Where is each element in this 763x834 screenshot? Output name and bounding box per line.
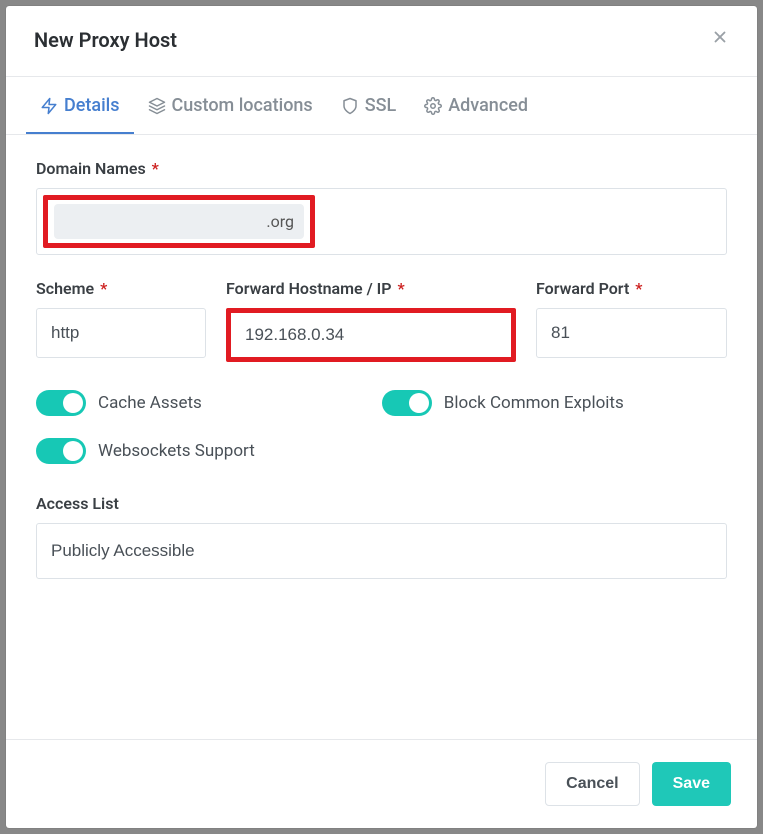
close-icon [711, 29, 729, 51]
scheme-label: Scheme * [36, 279, 206, 298]
shield-icon [341, 97, 359, 115]
cache-assets-toggle[interactable] [36, 390, 86, 416]
forward-hostname-field: Forward Hostname / IP * [226, 279, 516, 362]
access-list-label: Access List [36, 494, 727, 513]
forward-hostname-label: Forward Hostname / IP * [226, 279, 516, 298]
toggle-knob [409, 393, 429, 413]
forward-port-input[interactable] [536, 308, 727, 358]
forward-row: Scheme * Forward Hostname / IP * Forward… [36, 279, 727, 362]
modal-header: New Proxy Host [6, 6, 757, 77]
domain-names-field: Domain Names * .org [36, 159, 727, 255]
tab-advanced-label: Advanced [448, 95, 528, 116]
tabs: Details Custom locations SSL Advanced [6, 77, 757, 135]
domain-names-label: Domain Names * [36, 159, 727, 178]
tab-custom-locations[interactable]: Custom locations [134, 77, 327, 134]
access-list-select[interactable] [36, 523, 727, 579]
required-indicator: * [631, 279, 642, 298]
block-exploits-label: Block Common Exploits [444, 393, 624, 413]
modal-title: New Proxy Host [34, 28, 177, 52]
gear-icon [424, 97, 442, 115]
tab-ssl-label: SSL [365, 95, 397, 116]
required-indicator: * [394, 279, 405, 298]
highlight-annotation [226, 308, 516, 362]
layers-icon [148, 97, 166, 115]
websockets-toggle-group: Websockets Support [36, 438, 255, 464]
toggle-knob [63, 441, 83, 461]
cancel-button[interactable]: Cancel [545, 762, 639, 806]
domain-chip[interactable]: .org [54, 204, 304, 239]
websockets-label: Websockets Support [98, 441, 255, 461]
access-list-field: Access List [36, 494, 727, 579]
websockets-toggle[interactable] [36, 438, 86, 464]
forward-port-field: Forward Port * [536, 279, 727, 362]
new-proxy-host-modal: New Proxy Host Details Custom locations … [6, 6, 757, 828]
scheme-field: Scheme * [36, 279, 206, 362]
modal-footer: Cancel Save [6, 739, 757, 828]
tab-advanced[interactable]: Advanced [410, 77, 542, 134]
scheme-input[interactable] [36, 308, 206, 358]
toggle-knob [63, 393, 83, 413]
tab-ssl[interactable]: SSL [327, 77, 411, 134]
tab-details[interactable]: Details [26, 77, 134, 134]
domain-names-input-wrap[interactable]: .org [36, 188, 727, 255]
block-exploits-toggle-group: Block Common Exploits [382, 390, 624, 416]
cache-assets-toggle-group: Cache Assets [36, 390, 202, 416]
required-indicator: * [96, 279, 107, 298]
lightning-icon [40, 97, 58, 115]
modal-body: Domain Names * .org Scheme * Forward Hos… [6, 135, 757, 739]
toggles-row-1: Cache Assets Block Common Exploits [36, 390, 727, 416]
tab-custom-locations-label: Custom locations [172, 95, 313, 116]
cache-assets-label: Cache Assets [98, 393, 202, 413]
save-button[interactable]: Save [652, 762, 731, 806]
toggles-row-2: Websockets Support [36, 438, 727, 464]
tab-details-label: Details [64, 95, 120, 116]
forward-hostname-input[interactable] [231, 313, 511, 357]
close-button[interactable] [707, 24, 733, 56]
forward-port-label: Forward Port * [536, 279, 727, 298]
required-indicator: * [148, 159, 159, 178]
block-exploits-toggle[interactable] [382, 390, 432, 416]
highlight-annotation: .org [43, 195, 315, 248]
